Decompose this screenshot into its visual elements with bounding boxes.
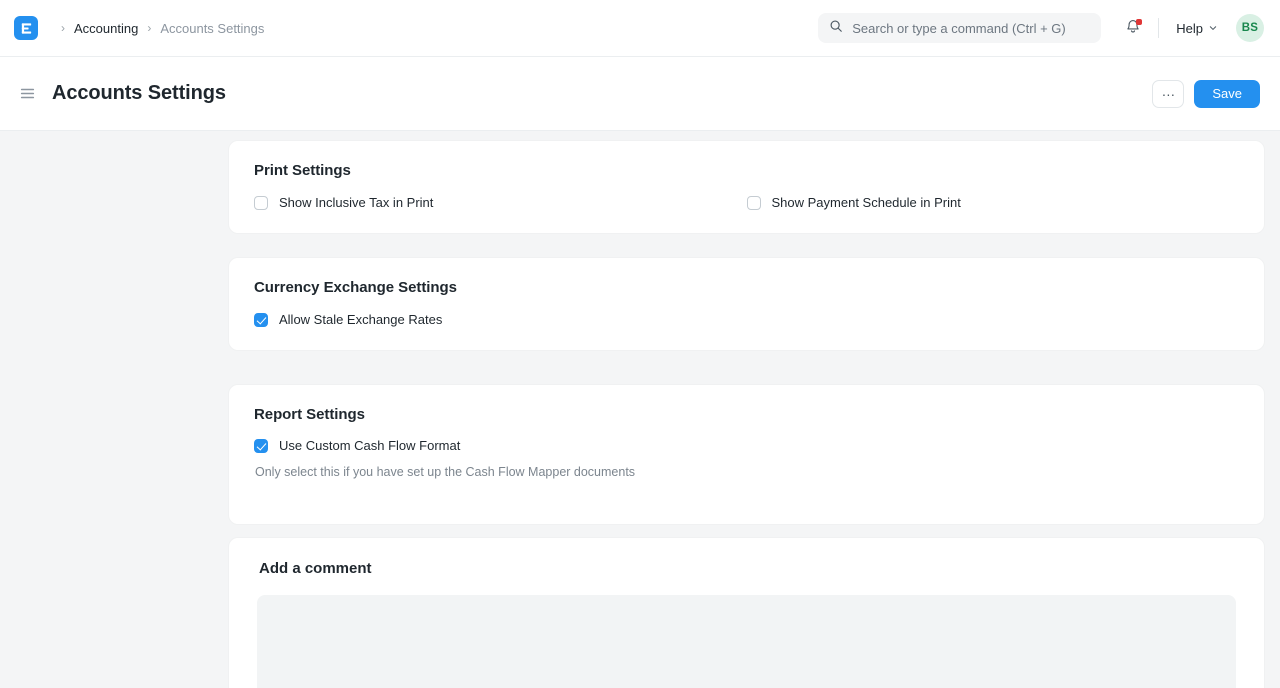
currency-column-right [747, 312, 1240, 328]
report-column-left: Use Custom Cash Flow Format Only select … [254, 438, 747, 480]
label-use-custom-cash-flow-format[interactable]: Use Custom Cash Flow Format [279, 438, 460, 454]
currency-exchange-fields: Allow Stale Exchange Rates [254, 312, 1239, 328]
avatar-initials: BS [1242, 22, 1258, 34]
navbar-right-group: Help BS [818, 13, 1264, 43]
breadcrumb-link-accounting[interactable]: Accounting [74, 21, 138, 36]
label-show-inclusive-tax-in-print[interactable]: Show Inclusive Tax in Print [279, 195, 433, 211]
section-title-print-settings: Print Settings [254, 162, 1239, 179]
checkbox-allow-stale-exchange-rates[interactable] [254, 313, 268, 327]
field-show-payment-schedule-in-print[interactable]: Show Payment Schedule in Print [747, 195, 1240, 211]
erpnext-logo-icon[interactable] [14, 16, 38, 40]
card-add-comment: Add a comment [228, 537, 1265, 688]
checkbox-use-custom-cash-flow-format[interactable] [254, 439, 268, 453]
page-title: Accounts Settings [52, 82, 226, 105]
more-options-button[interactable]: … [1152, 80, 1184, 108]
card-report-settings: Report Settings Use Custom Cash Flow For… [228, 384, 1265, 525]
help-label: Help [1176, 21, 1203, 36]
field-show-inclusive-tax-in-print[interactable]: Show Inclusive Tax in Print [254, 195, 747, 211]
description-use-custom-cash-flow-format: Only select this if you have set up the … [255, 464, 747, 480]
field-use-custom-cash-flow-format[interactable]: Use Custom Cash Flow Format [254, 438, 747, 454]
print-settings-column-left: Show Inclusive Tax in Print [254, 195, 747, 211]
currency-column-left: Allow Stale Exchange Rates [254, 312, 747, 328]
top-navbar: › Accounting › Accounts Settings [0, 0, 1280, 57]
page-header: Accounts Settings … Save [0, 57, 1280, 131]
section-title-report-settings: Report Settings [254, 406, 1239, 423]
breadcrumb-current-page: Accounts Settings [160, 21, 264, 36]
breadcrumb-separator-1: › [61, 22, 65, 34]
card-currency-exchange-settings: Currency Exchange Settings Allow Stale E… [228, 257, 1265, 351]
print-settings-fields: Show Inclusive Tax in Print Show Payment… [254, 195, 1239, 211]
checkbox-show-payment-schedule-in-print[interactable] [747, 196, 761, 210]
save-button[interactable]: Save [1194, 80, 1260, 108]
help-dropdown-button[interactable]: Help [1172, 17, 1222, 40]
avatar[interactable]: BS [1236, 14, 1264, 42]
breadcrumb: › Accounting › Accounts Settings [52, 21, 264, 36]
label-show-payment-schedule-in-print[interactable]: Show Payment Schedule in Print [772, 195, 961, 211]
card-print-settings: Print Settings Show Inclusive Tax in Pri… [228, 140, 1265, 234]
page-header-actions: … Save [1152, 80, 1260, 108]
chevron-down-icon [1208, 21, 1218, 36]
settings-content: Print Settings Show Inclusive Tax in Pri… [0, 131, 1280, 688]
breadcrumb-separator-2: › [147, 22, 151, 34]
print-settings-column-right: Show Payment Schedule in Print [747, 195, 1240, 211]
label-allow-stale-exchange-rates[interactable]: Allow Stale Exchange Rates [279, 312, 442, 328]
section-title-currency-exchange-settings: Currency Exchange Settings [254, 279, 1239, 296]
search-input[interactable] [852, 21, 1090, 36]
hamburger-menu-icon[interactable] [14, 81, 40, 107]
comment-input[interactable] [257, 595, 1236, 688]
report-column-right [747, 438, 1240, 480]
search-icon [829, 19, 843, 38]
global-search[interactable] [818, 13, 1101, 43]
notification-unread-dot [1136, 19, 1142, 25]
checkbox-show-inclusive-tax-in-print[interactable] [254, 196, 268, 210]
comment-section-title: Add a comment [259, 560, 1236, 577]
report-settings-fields: Use Custom Cash Flow Format Only select … [254, 438, 1239, 480]
navbar-divider [1158, 18, 1159, 38]
field-allow-stale-exchange-rates[interactable]: Allow Stale Exchange Rates [254, 312, 747, 328]
notifications-button[interactable] [1119, 14, 1147, 42]
